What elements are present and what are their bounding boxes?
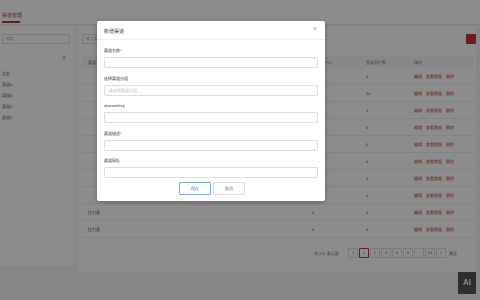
field-label-channel-group: 选择渠道分组 — [104, 76, 128, 81]
add-channel-dialog: 新增渠道 × 渠道名称* 选择渠道分组 请选择渠道分组 channelKey 渠… — [97, 21, 325, 201]
close-icon[interactable]: × — [313, 26, 317, 33]
dialog-divider — [97, 39, 325, 40]
dialog-title: 新增渠道 — [104, 29, 125, 35]
channel-key-field[interactable] — [104, 112, 318, 123]
channel-name-field[interactable] — [104, 57, 318, 68]
channel-group-select[interactable]: 请选择渠道分组 — [104, 85, 318, 96]
field-label-channel-url: 渠道网址 — [104, 158, 120, 163]
channel-group-placeholder: 请选择渠道分组 — [109, 88, 137, 93]
cancel-button[interactable]: 取消 — [213, 182, 245, 195]
save-button[interactable]: 保存 — [179, 182, 211, 195]
field-label-channel-name: 渠道名称* — [104, 48, 122, 53]
channel-description-field[interactable] — [104, 140, 318, 151]
field-label-channel-description: 渠道描述* — [104, 131, 122, 136]
channel-url-field[interactable] — [104, 167, 318, 178]
field-label-channel-key: channelKey — [104, 103, 125, 108]
